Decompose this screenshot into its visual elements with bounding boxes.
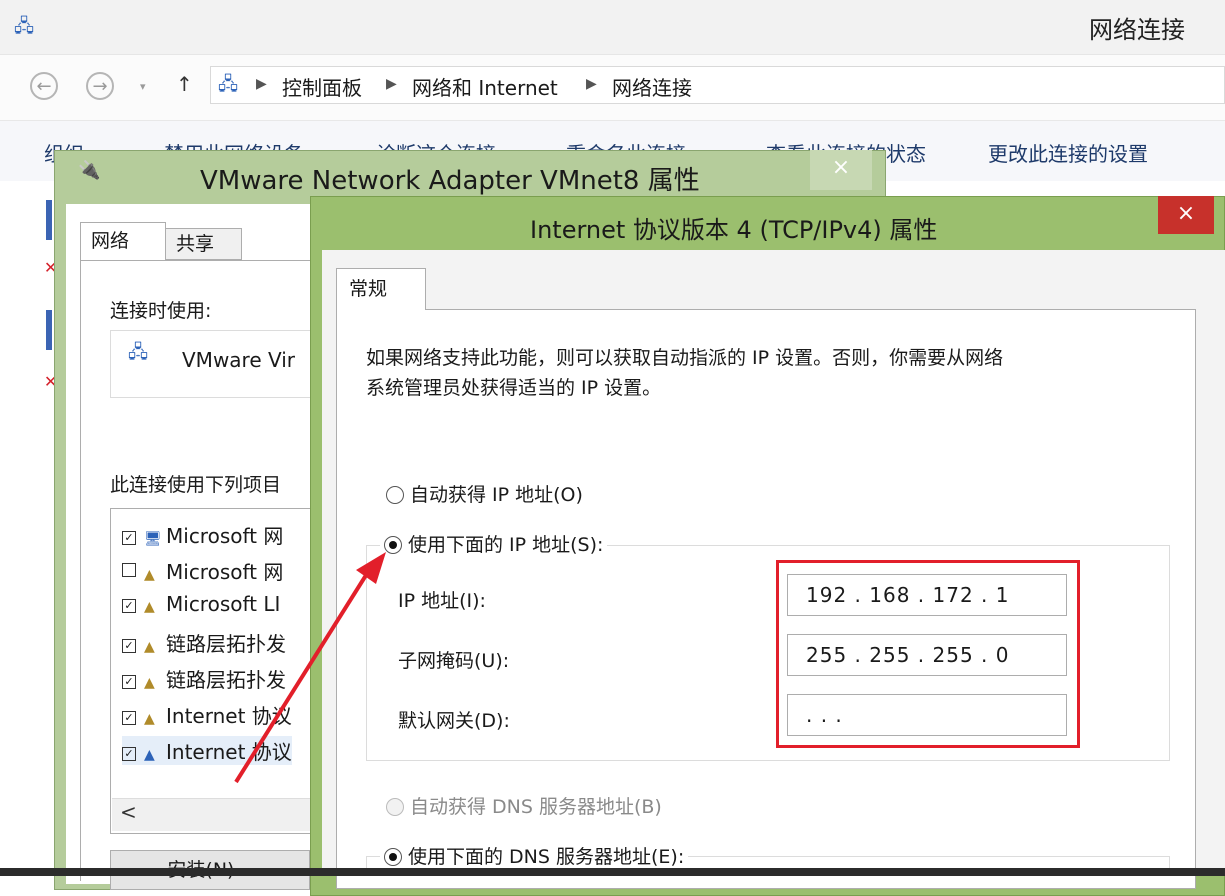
up-arrow-icon[interactable]: ↑ [176, 72, 193, 96]
checkbox[interactable]: ✓ [122, 711, 136, 725]
address-bar[interactable] [210, 66, 1225, 104]
forward-icon[interactable]: → [86, 72, 114, 100]
breadcrumb-control-panel[interactable]: 控制面板 [282, 72, 362, 101]
list-item[interactable]: ✓ ▲ Internet 协议 [122, 700, 292, 729]
adapter-icon: 🖧 [128, 342, 149, 363]
checkbox[interactable]: ✓ [122, 675, 136, 689]
list-item-label: Internet 协议 [166, 704, 292, 728]
adapter-name: VMware Vir [182, 348, 296, 372]
breadcrumb-network-connections[interactable]: 网络连接 [612, 72, 692, 101]
tab-network[interactable]: 网络 [80, 222, 166, 260]
client-icon: 🖥 [144, 531, 162, 547]
checkbox[interactable]: ✓ [122, 599, 136, 613]
checkbox[interactable] [122, 563, 136, 577]
auto-dns-radio[interactable]: 自动获得 DNS 服务器地址(B) [386, 792, 662, 819]
protocol-icon: ▲ [144, 747, 155, 763]
breadcrumb-separator-icon[interactable]: ▶ [586, 76, 597, 92]
auto-ip-label: 自动获得 IP 地址(O) [410, 484, 583, 506]
scroll-left-icon[interactable]: < [120, 800, 137, 824]
default-gateway-label: 默认网关(D): [398, 710, 510, 732]
description-line: 系统管理员处获得适当的 IP 设置。 [366, 377, 662, 399]
list-item-label: 链路层拓扑发 [166, 632, 286, 656]
breadcrumb-network-internet[interactable]: 网络和 Internet [412, 72, 558, 101]
protocol-icon: ▲ [144, 599, 155, 615]
description-text: 如果网络支持此功能，则可以获取自动指派的 IP 设置。否则，你需要从网络 系统管… [366, 343, 1156, 403]
adapter-plug-icon: 🔌 [78, 160, 101, 181]
radio-selected-icon[interactable] [384, 848, 402, 866]
manual-ip-radio[interactable]: 使用下面的 IP 地址(S): [380, 530, 608, 557]
description-line: 如果网络支持此功能，则可以获取自动指派的 IP 设置。否则，你需要从网络 [366, 347, 1004, 369]
breadcrumb-separator-icon[interactable]: ▶ [256, 76, 267, 92]
tab-sharing[interactable]: 共享 [166, 228, 242, 260]
network-adapter-icon[interactable] [46, 200, 52, 240]
change-settings-command[interactable]: 更改此连接的设置 [988, 138, 1148, 167]
close-icon[interactable]: × [810, 150, 872, 190]
list-item-label: Microsoft LI [166, 592, 281, 616]
recent-chevron-icon[interactable]: ▾ [140, 80, 146, 93]
radio-icon[interactable] [386, 486, 404, 504]
checkbox[interactable]: ✓ [122, 531, 136, 545]
radio-selected-icon[interactable] [384, 536, 402, 554]
list-item-label: Microsoft 网 [166, 560, 284, 584]
protocol-icon: ▲ [144, 567, 155, 583]
manual-ip-label: 使用下面的 IP 地址(S): [408, 534, 604, 556]
vmware-dialog-title: VMware Network Adapter VMnet8 属性 [200, 166, 700, 196]
subnet-mask-label: 子网掩码(U): [398, 650, 510, 672]
close-icon[interactable]: × [1158, 196, 1214, 234]
network-folder-icon: 🖧 [14, 16, 35, 37]
ipv4-dialog-title: Internet 协议版本 4 (TCP/IPv4) 属性 [530, 216, 938, 244]
protocol-icon: ▲ [144, 711, 155, 727]
items-label: 此连接使用下列项目 [110, 474, 282, 496]
horizontal-scrollbar[interactable] [112, 798, 328, 831]
tab-general[interactable]: 常规 [336, 268, 426, 310]
list-item-label: Internet 协议 [166, 740, 292, 764]
manual-dns-label: 使用下面的 DNS 服务器地址(E): [408, 846, 685, 868]
auto-ip-radio[interactable]: 自动获得 IP 地址(O) [386, 480, 583, 507]
radio-disabled-icon [386, 798, 404, 816]
window-title: 网络连接 [1089, 16, 1185, 44]
list-item-label: Microsoft 网 [166, 524, 284, 548]
breadcrumb-separator-icon[interactable]: ▶ [386, 76, 397, 92]
list-item-selected[interactable]: ✓ ▲ Internet 协议 [122, 736, 292, 765]
list-item[interactable]: ▲ Microsoft 网 [122, 556, 283, 585]
network-adapter-icon[interactable] [46, 310, 52, 350]
list-item-label: 链路层拓扑发 [166, 668, 286, 692]
list-item[interactable]: ✓ ▲ Microsoft LI [122, 592, 280, 616]
protocol-icon: ▲ [144, 675, 155, 691]
network-location-icon: 🖧 [218, 74, 239, 95]
list-item[interactable]: ✓ ▲ 链路层拓扑发 [122, 664, 286, 693]
connect-using-label: 连接时使用: [110, 300, 212, 322]
red-highlight-box [776, 560, 1080, 748]
auto-dns-label: 自动获得 DNS 服务器地址(B) [410, 796, 662, 818]
checkbox[interactable]: ✓ [122, 639, 136, 653]
list-item[interactable]: ✓ 🖥 Microsoft 网 [122, 520, 283, 549]
list-item[interactable]: ✓ ▲ 链路层拓扑发 [122, 628, 286, 657]
checkbox[interactable]: ✓ [122, 747, 136, 761]
protocol-icon: ▲ [144, 639, 155, 655]
back-icon[interactable]: ← [30, 72, 58, 100]
manual-dns-radio[interactable]: 使用下面的 DNS 服务器地址(E): [380, 842, 689, 869]
taskbar-strip [0, 868, 1225, 876]
ip-address-label: IP 地址(I): [398, 590, 486, 612]
explorer-titlebar [0, 0, 1225, 54]
